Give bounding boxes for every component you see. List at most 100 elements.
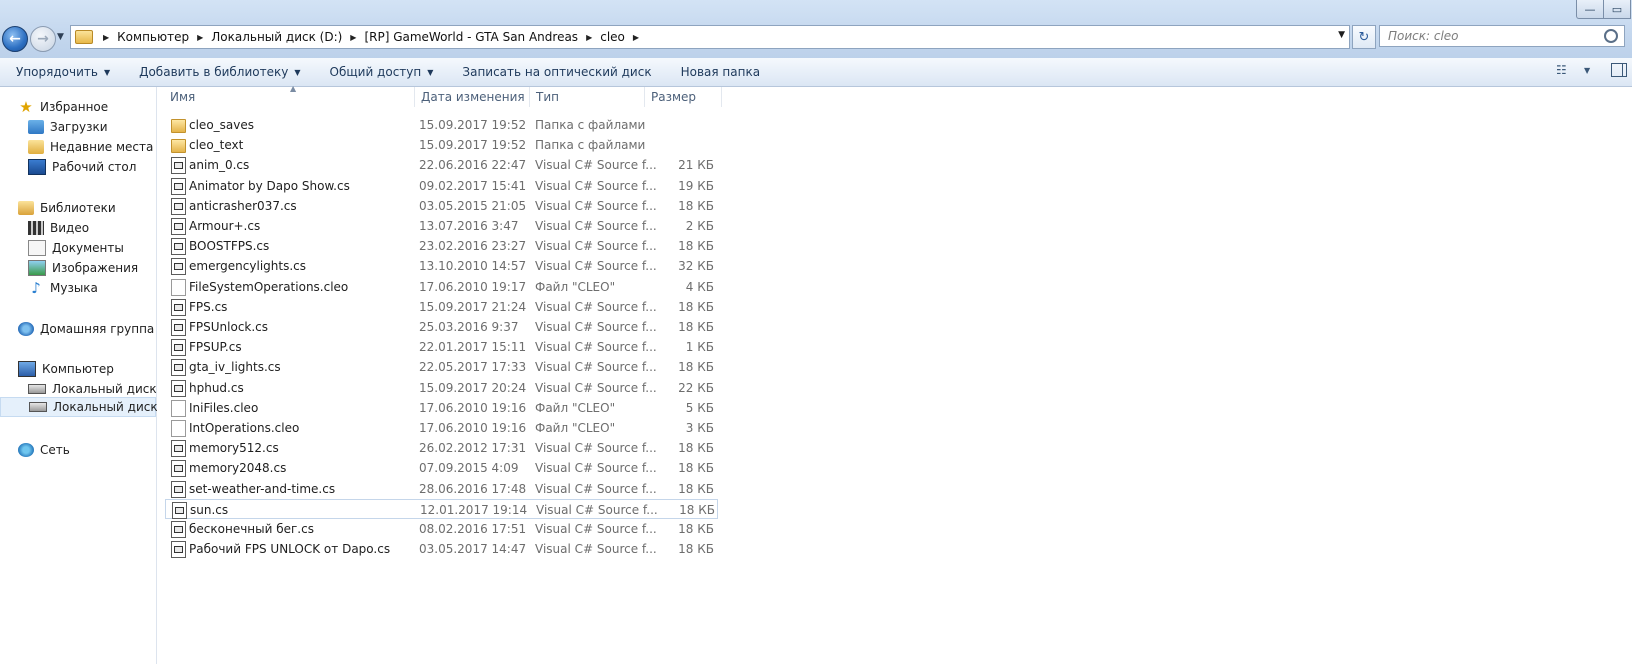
refresh-icon[interactable]: ↻ xyxy=(1352,25,1376,49)
nav-libraries[interactable]: Библиотеки xyxy=(18,198,116,218)
cs-file-icon xyxy=(171,198,186,215)
file-row[interactable]: IntOperations.cleo 17.06.2010 19:16 Файл "… xyxy=(165,418,718,438)
file-type: Папка с файлами xyxy=(535,118,646,132)
file-row[interactable]: Animator by Dapo Show.cs 09.02.2017 15:41… xyxy=(165,176,718,196)
share-label: Общий доступ xyxy=(329,65,422,79)
file-row[interactable]: FPSUnlock.cs 25.03.2016 9:37 Visual C# Sou… xyxy=(165,317,718,337)
file-size: 18 КБ xyxy=(679,503,715,517)
file-row[interactable]: cleo_saves 15.09.2017 19:52 Папка с файлам… xyxy=(165,115,718,135)
file-date: 13.10.2010 14:57 xyxy=(419,259,527,273)
nav-recent-label: Недавние места xyxy=(50,140,154,154)
add-to-library-button[interactable]: Добавить в библиотеку ▼ xyxy=(139,65,300,79)
file-row[interactable]: FileSystemOperations.cleo 17.06.2010 19:1… xyxy=(165,277,718,297)
search-input[interactable]: Поиск: cleo xyxy=(1379,25,1625,47)
file-row[interactable]: cleo_text 15.09.2017 19:52 Папка с файлами xyxy=(165,135,718,155)
file-row[interactable]: anim_0.cs 22.06.2016 22:47 Visual C# Sourc… xyxy=(165,155,718,175)
column-header-name[interactable]: Имя ▲ xyxy=(164,84,415,107)
nav-disk-d[interactable]: Локальный диск (D xyxy=(0,397,175,417)
file-date: 07.09.2015 4:09 xyxy=(419,461,519,475)
nav-network[interactable]: Сеть xyxy=(18,440,70,460)
file-row[interactable]: emergencylights.cs 13.10.2010 14:57 Visual… xyxy=(165,256,718,276)
nav-computer[interactable]: Компьютер xyxy=(18,359,114,379)
file-type: Visual C# Source f... xyxy=(535,542,657,556)
file-row[interactable]: memory2048.cs 07.09.2015 4:09 Visual C# So… xyxy=(165,458,718,478)
file-row[interactable]: set-weather-and-time.cs 28.06.2016 17:48 V… xyxy=(165,479,718,499)
nav-documents[interactable]: Документы xyxy=(28,238,124,258)
recent-places-icon xyxy=(28,140,44,154)
file-row[interactable]: IniFiles.cleo 17.06.2010 19:16 Файл "CLEO"… xyxy=(165,398,718,418)
file-row[interactable]: anticrasher037.cs 03.05.2015 21:05 Visual … xyxy=(165,196,718,216)
breadcrumb-gta-folder[interactable]: [RP] GameWorld - GTA San Andreas xyxy=(364,30,578,44)
file-type: Visual C# Source f... xyxy=(535,259,657,273)
file-type: Файл "CLEO" xyxy=(535,280,616,294)
file-row[interactable]: hphud.cs 15.09.2017 20:24 Visual C# Source… xyxy=(165,378,718,398)
file-type: Visual C# Source f... xyxy=(535,158,657,172)
file-date: 28.06.2016 17:48 xyxy=(419,482,527,496)
column-header-size[interactable]: Размер xyxy=(645,87,722,107)
file-name: FPSUnlock.cs xyxy=(189,320,269,334)
nav-favorites[interactable]: ★ Избранное xyxy=(18,97,108,117)
file-row[interactable]: Armour+.cs 13.07.2016 3:47 Visual C# Sourc… xyxy=(165,216,718,236)
address-bar[interactable]: ▶ Компьютер ▶ Локальный диск (D:) ▶ [RP]… xyxy=(70,25,1350,49)
file-name: hphud.cs xyxy=(189,381,244,395)
file-row[interactable]: FPSUP.cs 22.01.2017 15:11 Visual C# Source… xyxy=(165,337,718,357)
breadcrumb-arrow-icon[interactable]: ▶ xyxy=(350,33,356,42)
file-row[interactable]: gta_iv_lights.cs 22.05.2017 17:33 Visual C… xyxy=(165,357,718,377)
music-icon: ♪ xyxy=(31,279,41,297)
add-to-library-label: Добавить в библиотеку xyxy=(139,65,289,79)
folder-icon xyxy=(75,30,93,44)
view-options-icon[interactable]: ☷ xyxy=(1556,63,1567,77)
new-folder-button[interactable]: Новая папка xyxy=(681,65,760,79)
file-row[interactable]: бесконечный бег.cs 08.02.2016 17:51 Visual… xyxy=(165,519,718,539)
file-date: 23.02.2016 23:27 xyxy=(419,239,527,253)
file-name: IniFiles.cleo xyxy=(189,401,259,415)
forward-arrow-icon[interactable]: → xyxy=(30,26,56,52)
computer-icon xyxy=(18,361,36,377)
breadcrumb-disk-d[interactable]: Локальный диск (D:) xyxy=(211,30,342,44)
breadcrumb-arrow-icon[interactable]: ▶ xyxy=(103,33,109,42)
file-row[interactable]: memory512.cs 26.02.2012 17:31 Visual C# So… xyxy=(165,438,718,458)
address-history-dropdown-icon[interactable]: ▼ xyxy=(1338,30,1345,40)
file-name: бесконечный бег.cs xyxy=(189,522,314,536)
breadcrumb-arrow-icon[interactable]: ▶ xyxy=(586,33,592,42)
share-button[interactable]: Общий доступ ▼ xyxy=(330,65,434,79)
search-icon[interactable] xyxy=(1604,29,1618,43)
breadcrumb-arrow-icon[interactable]: ▶ xyxy=(633,33,639,42)
recent-pages-dropdown-icon[interactable]: ▼ xyxy=(57,32,64,42)
file-row[interactable]: sun.cs 12.01.2017 19:14 Visual C# Source f… xyxy=(165,499,718,519)
nav-music[interactable]: ♪ Музыка xyxy=(28,278,98,298)
cs-file-icon xyxy=(172,502,187,519)
nav-homegroup[interactable]: Домашняя группа xyxy=(18,319,154,339)
nav-downloads[interactable]: Загрузки xyxy=(28,117,108,137)
minimize-button[interactable]: — xyxy=(1576,0,1604,19)
file-date: 03.05.2015 21:05 xyxy=(419,199,527,213)
preview-pane-icon[interactable] xyxy=(1611,63,1627,77)
organize-button[interactable]: Упорядочить ▼ xyxy=(16,65,110,79)
column-header-date[interactable]: Дата изменения xyxy=(415,87,530,107)
view-dropdown-icon[interactable]: ▼ xyxy=(1584,66,1590,75)
burn-button[interactable]: Записать на оптический диск xyxy=(462,65,651,79)
nav-images[interactable]: Изображения xyxy=(28,258,138,278)
back-arrow-icon[interactable]: ← xyxy=(2,26,28,52)
column-name-label: Имя xyxy=(170,90,196,104)
hard-disk-icon xyxy=(28,384,46,394)
file-row[interactable]: BOOSTFPS.cs 23.02.2016 23:27 Visual C# Sou… xyxy=(165,236,718,256)
file-size: 3 КБ xyxy=(685,421,714,435)
nav-video[interactable]: Видео xyxy=(28,218,89,238)
nav-libraries-label: Библиотеки xyxy=(40,201,116,215)
nav-desktop[interactable]: Рабочий стол xyxy=(28,157,136,177)
cs-file-icon xyxy=(171,440,186,457)
maximize-button[interactable]: ▭ xyxy=(1603,0,1631,19)
file-date: 22.01.2017 15:11 xyxy=(419,340,527,354)
nav-disk-c[interactable]: Локальный диск (C xyxy=(28,379,173,399)
nav-recent[interactable]: Недавние места xyxy=(28,137,153,157)
breadcrumb-arrow-icon[interactable]: ▶ xyxy=(197,33,203,42)
breadcrumb-computer[interactable]: Компьютер xyxy=(117,30,189,44)
file-row[interactable]: FPS.cs 15.09.2017 21:24 Visual C# Source f… xyxy=(165,297,718,317)
breadcrumb-cleo[interactable]: cleo xyxy=(600,30,625,44)
file-size: 21 КБ xyxy=(678,158,714,172)
column-header-type[interactable]: Тип xyxy=(530,87,645,107)
file-row[interactable]: Рабочий FPS UNLOCK от Dapo.cs 03.05.2017 … xyxy=(165,539,718,559)
file-date: 12.01.2017 19:14 xyxy=(420,503,528,517)
file-type: Visual C# Source f... xyxy=(535,381,657,395)
